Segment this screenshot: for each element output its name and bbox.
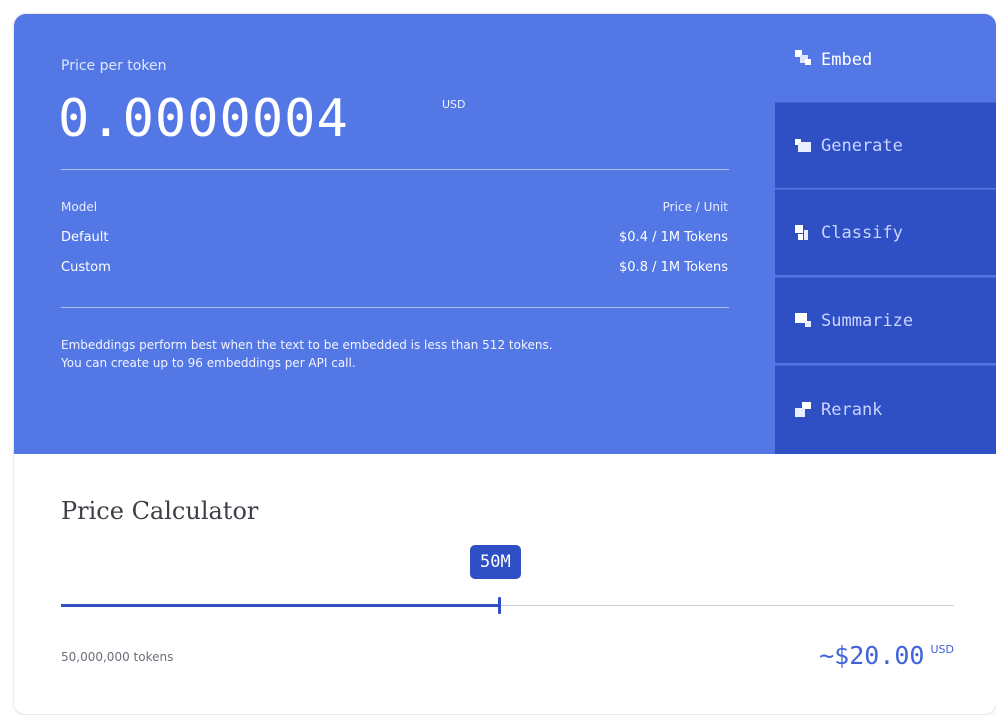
tab-label: Classify — [821, 222, 903, 243]
embedding-note: Embeddings perform best when the text to… — [61, 336, 751, 372]
table-row-price: $0.8 / 1M Tokens — [619, 260, 728, 275]
rerank-icon — [795, 402, 811, 418]
generate-icon — [795, 138, 811, 154]
tab-label: Summarize — [821, 310, 914, 331]
tab-label: Embed — [821, 50, 873, 70]
slider-thumb[interactable] — [498, 597, 501, 614]
embed-icon — [795, 50, 811, 66]
total-unit: USD — [930, 643, 954, 656]
slider-value-badge: 50M — [470, 545, 521, 579]
token-count: 50,000,000 tokens — [61, 650, 174, 664]
summarize-icon — [795, 312, 811, 329]
tab-rerank[interactable]: Rerank — [775, 365, 996, 454]
divider — [61, 307, 729, 308]
note-line: Embeddings perform best when the text to… — [61, 338, 553, 352]
total-value: ~$20.00 — [819, 641, 925, 670]
tab-label: Rerank — [821, 400, 883, 420]
price-unit: USD — [442, 98, 466, 111]
pricing-card: Price per token 0.0000004 USD Model Pric… — [14, 14, 996, 714]
tab-summarize[interactable]: Summarize — [775, 277, 996, 363]
tab-classify[interactable]: Classify — [775, 189, 996, 275]
note-line: You can create up to 96 embeddings per A… — [61, 356, 356, 370]
table-header-model: Model — [61, 200, 98, 214]
model-tabs: Embed Generate Classify Summarize Rerank — [775, 14, 996, 454]
classify-icon — [795, 224, 811, 241]
price-label: Price per token — [61, 58, 167, 74]
tab-embed[interactable]: Embed — [775, 14, 996, 100]
table-header-price: Price / Unit — [662, 200, 728, 214]
price-value: 0.0000004 — [58, 89, 349, 149]
pricing-panel: Price per token 0.0000004 USD Model Pric… — [14, 14, 996, 454]
pricing-details: Price per token 0.0000004 USD Model Pric… — [14, 14, 775, 454]
divider — [61, 169, 729, 170]
tab-generate[interactable]: Generate — [775, 102, 996, 188]
slider-fill — [61, 604, 499, 607]
table-row-model: Default — [61, 230, 109, 245]
table-row-model: Custom — [61, 260, 111, 275]
calculator-title: Price Calculator — [61, 497, 259, 525]
table-row-price: $0.4 / 1M Tokens — [619, 230, 728, 245]
total-price: ~$20.00 USD — [819, 641, 954, 670]
tab-label: Generate — [821, 135, 903, 156]
